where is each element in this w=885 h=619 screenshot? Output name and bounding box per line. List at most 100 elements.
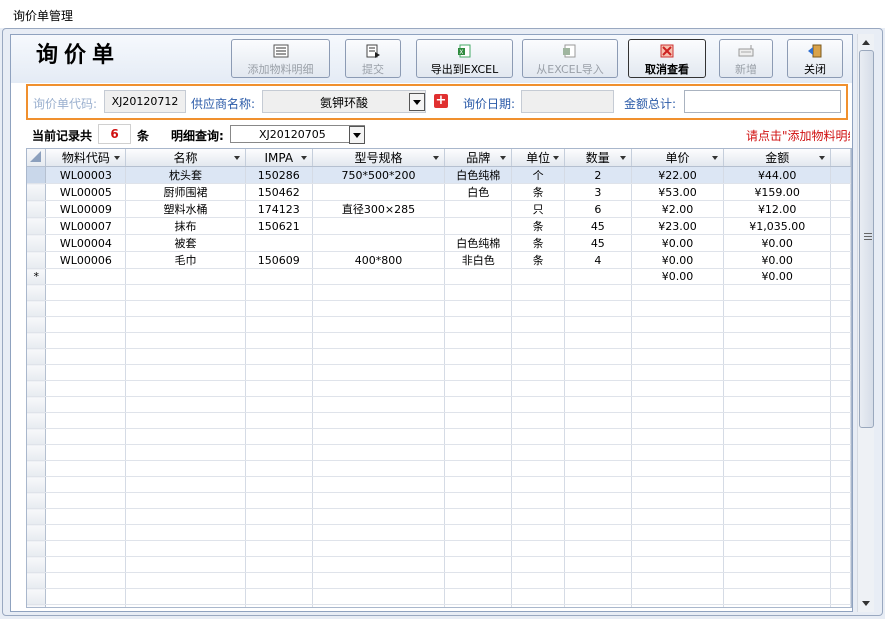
table-cell[interactable]: 4 [564, 251, 632, 269]
table-cell[interactable] [444, 300, 513, 317]
table-cell[interactable] [631, 588, 725, 605]
column-header-4[interactable]: 品牌 [444, 149, 513, 167]
column-filter-arrow-icon[interactable] [712, 156, 719, 160]
table-cell[interactable] [511, 524, 565, 541]
table-cell[interactable] [312, 380, 446, 397]
column-header-3[interactable]: 型号规格 [312, 149, 446, 167]
table-cell[interactable]: 塑料水桶 [125, 200, 246, 218]
row-header[interactable] [27, 412, 47, 429]
column-filter-arrow-icon[interactable] [114, 156, 121, 160]
column-filter-arrow-icon[interactable] [500, 156, 507, 160]
table-cell[interactable] [125, 348, 246, 365]
table-cell[interactable] [45, 588, 127, 605]
table-cell[interactable]: ¥22.00 [631, 166, 725, 184]
table-cell[interactable] [631, 476, 725, 493]
table-cell[interactable] [45, 444, 127, 461]
supplier-combobox[interactable]: 氨钾环酸 [262, 90, 426, 113]
row-header[interactable] [27, 428, 47, 445]
inquiry-date-field[interactable] [521, 90, 614, 113]
table-cell[interactable]: ¥0.00 [631, 251, 725, 269]
table-cell[interactable]: WL00005 [45, 183, 127, 201]
row-header[interactable] [27, 604, 47, 607]
table-cell[interactable] [564, 540, 632, 557]
table-cell[interactable] [125, 540, 246, 557]
table-row[interactable] [27, 476, 851, 493]
table-cell[interactable] [444, 428, 513, 445]
table-cell[interactable] [45, 364, 127, 381]
table-cell[interactable]: 150462 [245, 183, 313, 201]
table-cell[interactable]: 174123 [245, 200, 313, 218]
table-cell[interactable] [444, 476, 513, 493]
table-cell[interactable]: ¥0.00 [723, 268, 832, 285]
table-cell[interactable] [45, 492, 127, 509]
table-cell[interactable] [125, 396, 246, 413]
table-cell[interactable] [312, 428, 446, 445]
table-cell[interactable] [444, 348, 513, 365]
table-cell[interactable] [312, 348, 446, 365]
table-cell[interactable]: ¥1,035.00 [723, 217, 832, 235]
table-cell[interactable]: 150286 [245, 166, 313, 184]
table-cell[interactable] [125, 524, 246, 541]
row-header[interactable] [27, 524, 47, 541]
table-cell[interactable] [245, 540, 313, 557]
table-cell[interactable] [631, 556, 725, 573]
table-cell[interactable] [723, 316, 832, 333]
table-cell[interactable] [245, 556, 313, 573]
table-cell[interactable]: WL00004 [45, 234, 127, 252]
table-cell[interactable] [45, 508, 127, 525]
table-cell[interactable] [631, 300, 725, 317]
table-cell[interactable] [511, 412, 565, 429]
table-cell[interactable] [511, 588, 565, 605]
column-header-8[interactable]: 金额 [723, 149, 832, 167]
table-cell[interactable] [45, 284, 127, 301]
export-excel-button[interactable]: X 导出到EXCEL [416, 39, 513, 78]
table-row[interactable]: WL00007 抹布 150621 条 45 ¥23.00 ¥1,035.00 [27, 217, 851, 235]
table-cell[interactable] [631, 460, 725, 477]
table-cell[interactable] [125, 556, 246, 573]
table-cell[interactable] [125, 508, 246, 525]
scroll-thumb[interactable] [859, 50, 874, 428]
table-cell[interactable] [125, 380, 246, 397]
row-header[interactable] [27, 476, 47, 493]
table-cell[interactable] [245, 396, 313, 413]
table-cell[interactable] [312, 234, 446, 252]
table-cell[interactable] [723, 380, 832, 397]
table-cell[interactable] [45, 268, 127, 285]
table-cell[interactable] [312, 300, 446, 317]
row-header[interactable] [27, 300, 47, 317]
table-cell[interactable] [245, 348, 313, 365]
table-row[interactable] [27, 300, 851, 317]
table-cell[interactable] [631, 444, 725, 461]
table-cell[interactable] [444, 284, 513, 301]
table-cell[interactable] [723, 556, 832, 573]
column-filter-arrow-icon[interactable] [619, 156, 626, 160]
table-cell[interactable] [511, 316, 565, 333]
table-row[interactable] [27, 524, 851, 541]
table-cell[interactable] [245, 412, 313, 429]
table-cell[interactable] [564, 284, 632, 301]
table-cell[interactable] [564, 588, 632, 605]
table-cell[interactable] [631, 492, 725, 509]
table-cell[interactable] [312, 444, 446, 461]
table-cell[interactable]: 枕头套 [125, 166, 246, 184]
table-cell[interactable] [723, 476, 832, 493]
table-cell[interactable] [564, 524, 632, 541]
table-cell[interactable] [312, 332, 446, 349]
row-header[interactable] [27, 556, 47, 573]
table-cell[interactable] [631, 508, 725, 525]
table-cell[interactable] [444, 444, 513, 461]
row-header[interactable] [27, 348, 47, 365]
table-cell[interactable] [723, 524, 832, 541]
table-cell[interactable]: 被套 [125, 234, 246, 252]
table-cell[interactable] [723, 492, 832, 509]
row-header[interactable] [27, 251, 47, 269]
table-row[interactable] [27, 540, 851, 557]
table-cell[interactable] [444, 200, 513, 218]
table-cell[interactable] [444, 364, 513, 381]
row-header[interactable]: * [27, 268, 47, 285]
table-cell[interactable] [245, 572, 313, 589]
table-cell[interactable] [723, 428, 832, 445]
row-header[interactable] [27, 166, 47, 184]
table-cell[interactable] [45, 604, 127, 607]
new-button[interactable]: 新增 [719, 39, 773, 78]
